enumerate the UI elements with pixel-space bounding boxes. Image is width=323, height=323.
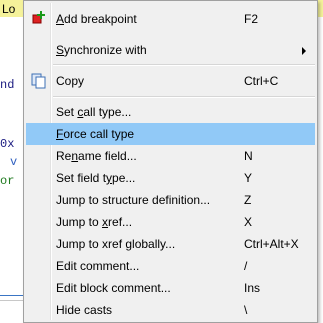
editor-text-fragment: or bbox=[0, 174, 15, 188]
menu-item-label: Edit comment... bbox=[56, 259, 140, 273]
menu-item-label: Rename field... bbox=[56, 149, 137, 163]
menu-item-label: Force call type bbox=[56, 127, 135, 141]
menu-separator bbox=[53, 64, 315, 66]
copy-icon bbox=[31, 73, 46, 89]
submenu-arrow-icon bbox=[302, 47, 306, 55]
menu-item-synchronize-with[interactable]: Synchronize with bbox=[26, 39, 315, 61]
editor-text-fragment: nd bbox=[0, 78, 15, 92]
menu-item-label: Set call type... bbox=[56, 105, 132, 119]
editor-text-fragment: 0x bbox=[0, 137, 15, 151]
menu-item-force-call-type[interactable]: Force call type bbox=[26, 123, 315, 145]
menu-item-rename-field[interactable]: Rename field... N bbox=[26, 145, 315, 167]
menu-item-label: Hide casts bbox=[56, 303, 113, 317]
menu-item-label: Copy bbox=[56, 74, 85, 88]
editor-text-fragment: Lo bbox=[2, 2, 16, 16]
menu-item-shortcut: Y bbox=[244, 171, 253, 185]
editor-divider bbox=[0, 295, 24, 296]
menu-item-set-field-type[interactable]: Set field type... Y bbox=[26, 167, 315, 189]
editor-text-fragment: v bbox=[10, 155, 18, 169]
menu-item-shortcut: \ bbox=[244, 303, 248, 317]
menu-item-jump-to-structure-definition[interactable]: Jump to structure definition... Z bbox=[26, 189, 315, 211]
editor-divider bbox=[0, 300, 24, 301]
menu-item-label: Add breakpoint bbox=[56, 12, 137, 26]
menu-item-add-breakpoint[interactable]: Add breakpoint F2 bbox=[26, 8, 315, 30]
menu-item-shortcut: / bbox=[244, 259, 248, 273]
menu-item-shortcut: Ctrl+C bbox=[244, 74, 279, 88]
menu-item-label: Jump to structure definition... bbox=[56, 193, 211, 207]
menu-item-label: Synchronize with bbox=[56, 43, 147, 57]
menu-item-label: Jump to xref... bbox=[56, 215, 133, 229]
menu-item-shortcut: F2 bbox=[244, 12, 259, 26]
menu-item-hide-casts[interactable]: Hide casts \ bbox=[26, 299, 315, 321]
context-menu: Add breakpoint F2 Synchronize with Copy … bbox=[23, 0, 318, 323]
menu-separator bbox=[53, 96, 315, 98]
menu-item-label: Edit block comment... bbox=[56, 281, 171, 295]
menu-item-shortcut: X bbox=[244, 215, 253, 229]
menu-item-edit-comment[interactable]: Edit comment... / bbox=[26, 255, 315, 277]
menu-item-shortcut: Z bbox=[244, 193, 252, 207]
menu-item-copy[interactable]: Copy Ctrl+C bbox=[26, 70, 315, 92]
menu-item-label: Set field type... bbox=[56, 171, 136, 185]
menu-item-label: Jump to xref globally... bbox=[56, 237, 176, 251]
menu-item-shortcut: N bbox=[244, 149, 253, 163]
menu-item-edit-block-comment[interactable]: Edit block comment... Ins bbox=[26, 277, 315, 299]
menu-item-shortcut: Ins bbox=[244, 281, 261, 295]
menu-item-set-call-type[interactable]: Set call type... bbox=[26, 101, 315, 123]
breakpoint-plus-icon bbox=[32, 11, 45, 24]
menu-item-shortcut: Ctrl+Alt+X bbox=[244, 237, 299, 251]
menu-item-jump-to-xref[interactable]: Jump to xref... X bbox=[26, 211, 315, 233]
menu-item-jump-to-xref-globally[interactable]: Jump to xref globally... Ctrl+Alt+X bbox=[26, 233, 315, 255]
